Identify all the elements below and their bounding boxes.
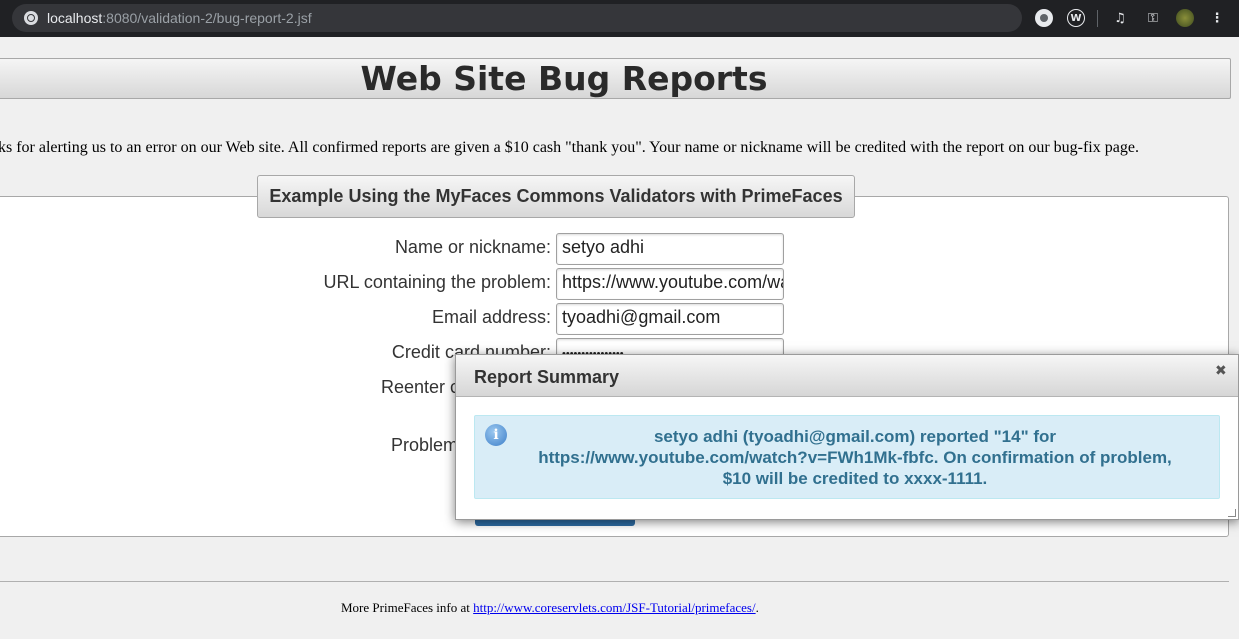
fieldset-legend: Example Using the MyFaces Commons Valida… xyxy=(257,175,855,218)
email-input[interactable]: tyoadhi@gmail.com xyxy=(556,303,784,335)
email-label: Email address: xyxy=(431,307,551,327)
url-label: URL containing the problem: xyxy=(323,272,551,292)
info-message: i setyo adhi (tyoadhi@gmail.com) reporte… xyxy=(474,415,1220,499)
footer-text: More PrimeFaces info at http://www.cores… xyxy=(341,600,759,615)
menu-kebab-icon[interactable]: ⋮ xyxy=(1208,9,1226,27)
dialog-header[interactable]: Report Summary ✖ xyxy=(456,355,1238,397)
site-info-icon[interactable] xyxy=(24,11,38,25)
intro-text: nks for alerting us to an error on our W… xyxy=(0,139,1139,156)
media-queue-icon[interactable]: ♫ xyxy=(1111,9,1129,27)
url-input[interactable]: https://www.youtube.com/watch?v=FWh1Mk-f… xyxy=(556,268,784,300)
footer-divider xyxy=(0,581,1229,582)
reenter-card-label: Reenter c xyxy=(381,377,460,397)
dialog-title: Report Summary xyxy=(474,367,620,387)
info-icon: i xyxy=(485,424,507,446)
profile-avatar[interactable] xyxy=(1176,9,1194,27)
record-extension-icon[interactable] xyxy=(1035,9,1053,27)
name-label: Name or nickname: xyxy=(394,237,551,257)
problem-label: Problem xyxy=(391,435,459,455)
primefaces-tutorial-link[interactable]: http://www.coreservlets.com/JSF-Tutorial… xyxy=(473,600,755,615)
key-icon[interactable]: ⚿ xyxy=(1144,9,1162,27)
report-summary-dialog: Report Summary ✖ i setyo adhi (tyoadhi@g… xyxy=(455,354,1239,520)
close-icon[interactable]: ✖ xyxy=(1215,363,1227,379)
url-text: localhost:8080/validation-2/bug-report-2… xyxy=(47,10,312,26)
address-bar[interactable]: localhost:8080/validation-2/bug-report-2… xyxy=(12,4,1022,32)
browser-toolbar: localhost:8080/validation-2/bug-report-2… xyxy=(0,0,1239,37)
name-input[interactable]: setyo adhi xyxy=(556,233,784,265)
message-text: setyo adhi (tyoadhi@gmail.com) reported … xyxy=(538,427,1172,488)
page-title: Web Site Bug Reports xyxy=(360,59,768,98)
resize-handle[interactable] xyxy=(1228,509,1236,517)
w-extension-icon[interactable]: W xyxy=(1067,9,1085,27)
toolbar-divider xyxy=(1097,10,1098,27)
